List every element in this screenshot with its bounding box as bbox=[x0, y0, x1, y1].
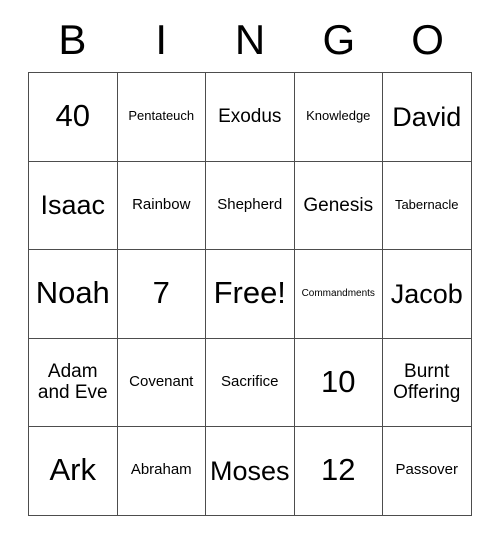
bingo-row: Ark Abraham Moses 12 Passover bbox=[29, 427, 472, 516]
bingo-cell-label: 7 bbox=[152, 275, 170, 311]
bingo-cell-label: 10 bbox=[321, 363, 356, 399]
bingo-cell-n2[interactable]: Shepherd bbox=[206, 161, 295, 250]
bingo-cell-n5[interactable]: Moses bbox=[206, 427, 295, 516]
header-letter-o: O bbox=[411, 16, 444, 63]
bingo-cell-g4[interactable]: 10 bbox=[294, 338, 383, 427]
header-letter-i: I bbox=[155, 16, 168, 63]
header-letter-g: G bbox=[322, 16, 356, 63]
bingo-cell-o1[interactable]: David bbox=[383, 73, 472, 162]
bingo-row: Adam and Eve Covenant Sacrifice 10 Burnt… bbox=[29, 338, 472, 427]
bingo-cell-label: 12 bbox=[321, 452, 356, 488]
bingo-cell-g2[interactable]: Genesis bbox=[294, 161, 383, 250]
bingo-cell-o3[interactable]: Jacob bbox=[383, 250, 472, 339]
bingo-cell-o4[interactable]: Burnt Offering bbox=[383, 338, 472, 427]
bingo-cell-label: Commandments bbox=[301, 288, 375, 300]
bingo-cell-label: 40 bbox=[55, 98, 90, 134]
bingo-cell-label: Rainbow bbox=[132, 195, 191, 213]
bingo-grid: 40 Pentateuch Exodus Knowledge David Isa… bbox=[28, 72, 472, 516]
header-letter-b: B bbox=[58, 16, 87, 63]
bingo-cell-label: Burnt Offering bbox=[393, 360, 461, 404]
bingo-cell-b1[interactable]: 40 bbox=[29, 73, 118, 162]
bingo-cell-g3[interactable]: Commandments bbox=[294, 250, 383, 339]
bingo-cell-n4[interactable]: Sacrifice bbox=[206, 338, 295, 427]
bingo-cell-label: Abraham bbox=[130, 461, 192, 479]
bingo-cell-label: Covenant bbox=[129, 372, 194, 390]
bingo-cell-g1[interactable]: Knowledge bbox=[294, 73, 383, 162]
bingo-cell-b4[interactable]: Adam and Eve bbox=[29, 338, 118, 427]
bingo-cell-label: Knowledge bbox=[306, 108, 371, 124]
header-letter-n: N bbox=[234, 16, 266, 63]
bingo-cell-b2[interactable]: Isaac bbox=[29, 161, 118, 250]
bingo-cell-o2[interactable]: Tabernacle bbox=[383, 161, 472, 250]
bingo-row: 40 Pentateuch Exodus Knowledge David bbox=[29, 73, 472, 162]
bingo-cell-label: Tabernacle bbox=[394, 196, 459, 212]
free-space-label: Free! bbox=[213, 275, 286, 311]
bingo-cell-o5[interactable]: Passover bbox=[383, 427, 472, 516]
bingo-row: Isaac Rainbow Shepherd Genesis Tabernacl… bbox=[29, 161, 472, 250]
bingo-cell-label: Sacrifice bbox=[220, 372, 279, 390]
bingo-cell-b5[interactable]: Ark bbox=[29, 427, 118, 516]
bingo-card: B I N G O 40 Pentateuch Exodus Knowledge… bbox=[28, 8, 472, 516]
bingo-row: Noah 7 Free! Commandments Jacob bbox=[29, 250, 472, 339]
bingo-cell-label: Adam and Eve bbox=[37, 360, 108, 404]
bingo-cell-label: Genesis bbox=[303, 194, 374, 216]
bingo-cell-label: Shepherd bbox=[217, 195, 283, 213]
bingo-cell-free-space[interactable]: Free! bbox=[206, 250, 295, 339]
bingo-cell-label: Passover bbox=[395, 461, 459, 479]
bingo-cell-label: David bbox=[392, 101, 462, 132]
bingo-cell-i5[interactable]: Abraham bbox=[117, 427, 206, 516]
bingo-cell-label: Noah bbox=[35, 275, 110, 311]
bingo-cell-label: Exodus bbox=[218, 106, 282, 128]
bingo-cell-label: Pentateuch bbox=[128, 108, 195, 124]
bingo-cell-label: Ark bbox=[49, 452, 97, 488]
bingo-cell-i4[interactable]: Covenant bbox=[117, 338, 206, 427]
bingo-cell-i3[interactable]: 7 bbox=[117, 250, 206, 339]
bingo-cell-b3[interactable]: Noah bbox=[29, 250, 118, 339]
bingo-cell-label: Isaac bbox=[40, 190, 106, 221]
bingo-cell-label: Moses bbox=[209, 455, 290, 486]
bingo-cell-n1[interactable]: Exodus bbox=[206, 73, 295, 162]
bingo-cell-label: Jacob bbox=[390, 278, 463, 309]
bingo-cell-i2[interactable]: Rainbow bbox=[117, 161, 206, 250]
bingo-cell-i1[interactable]: Pentateuch bbox=[117, 73, 206, 162]
bingo-cell-g5[interactable]: 12 bbox=[294, 427, 383, 516]
bingo-header-row: B I N G O bbox=[28, 8, 472, 72]
